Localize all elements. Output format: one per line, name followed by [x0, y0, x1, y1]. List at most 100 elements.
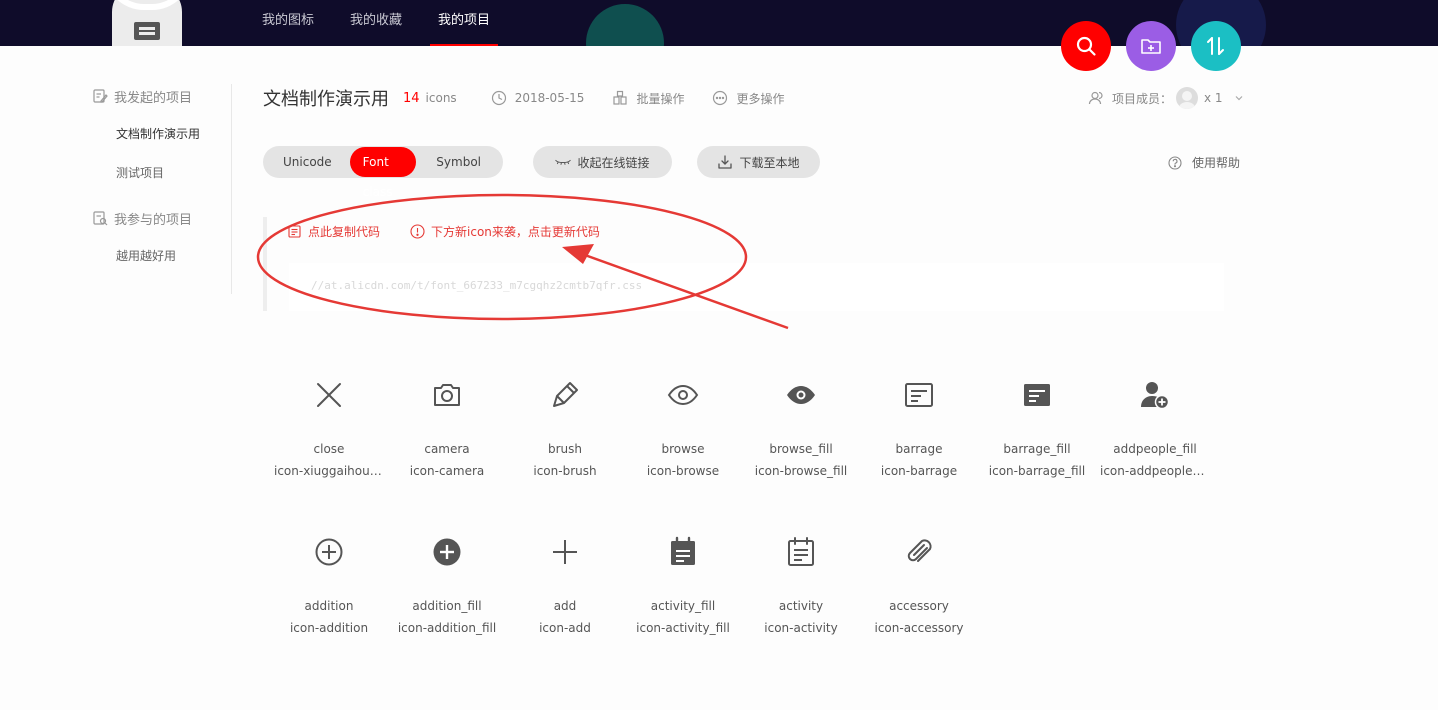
help-link[interactable]: 使用帮助: [1168, 154, 1240, 171]
copy-icon: [288, 225, 301, 238]
icon-card-camera[interactable]: camera icon-camera: [388, 372, 506, 492]
icon-class-name: icon-add: [539, 621, 591, 635]
icon-card-addition[interactable]: addition icon-addition: [270, 529, 388, 649]
icon-class-name: icon-accessory: [874, 621, 964, 635]
collapse-link-label: 收起在线链接: [577, 155, 650, 170]
download-button[interactable]: 下载至本地: [697, 146, 820, 178]
sidebar-item-test-project[interactable]: 测试项目: [92, 161, 231, 185]
more-operations-button[interactable]: 更多操作: [712, 90, 784, 107]
icon-name: activity_fill: [650, 599, 716, 613]
help-icon: [1168, 155, 1182, 170]
logo-robot-screen: [134, 22, 160, 40]
code-mode-switch: Unicode Font class Symbol: [263, 146, 503, 199]
icon-card-activity[interactable]: activity icon-activity: [742, 529, 860, 649]
icon-card-addition-fill[interactable]: addition_fill icon-addition_fill: [388, 529, 506, 649]
logo[interactable]: [104, 0, 192, 46]
activity-icon: [784, 535, 818, 569]
icon-name: addpeople_fill: [1113, 442, 1197, 456]
project-sidebar: 我发起的项目 文档制作演示用 测试项目 我参与的项目 越用越好用: [92, 84, 232, 294]
warning-icon: [410, 224, 425, 239]
brush-icon: [548, 378, 582, 412]
more-dots-icon: [713, 90, 728, 106]
copy-code-button[interactable]: 点此复制代码: [287, 223, 380, 240]
icon-class-name: icon-activity: [764, 621, 838, 635]
project-members[interactable]: 项目成员： x 1: [1088, 86, 1253, 110]
tab-font-class[interactable]: Font class: [349, 147, 417, 199]
css-link-code[interactable]: //at.alicdn.com/t/font_667233_m7cgqhz2cm…: [289, 263, 1224, 311]
copy-code-label: 点此复制代码: [308, 225, 381, 239]
icon-card-barrage[interactable]: barrage icon-barrage: [860, 372, 978, 492]
more-operations-label: 更多操作: [736, 91, 785, 106]
update-code-label: 下方新icon来袭，点击更新代码: [431, 225, 600, 239]
icon-card-addpeople-fill[interactable]: addpeople_fill icon-addpeople_fill: [1096, 372, 1214, 492]
icon-card-accessory[interactable]: accessory icon-accessory: [860, 529, 978, 649]
icon-card-brush[interactable]: brush icon-brush: [506, 372, 624, 492]
tab-unicode[interactable]: Unicode: [265, 147, 350, 177]
decorative-circle: [586, 4, 664, 46]
icon-class-name: icon-xiuggaihoudechicunxihuan: [274, 464, 388, 478]
members-label: 项目成员：: [1112, 91, 1173, 106]
icon-class-name: icon-browse: [646, 464, 720, 478]
icon-card-browse-fill[interactable]: browse_fill icon-browse_fill: [742, 372, 860, 492]
search-doc-icon: [93, 211, 108, 226]
search-button[interactable]: [1061, 21, 1111, 71]
batch-operation-label: 批量操作: [636, 91, 685, 106]
tab-symbol[interactable]: Symbol: [416, 147, 501, 177]
help-label: 使用帮助: [1192, 156, 1241, 170]
sidebar-group-joined: 我参与的项目: [92, 206, 231, 230]
icon-class-name: icon-brush: [533, 464, 597, 478]
icon-name: addition: [304, 599, 354, 613]
edit-doc-icon: [93, 89, 108, 103]
members-icon: [1088, 91, 1103, 105]
icon-name: barrage: [895, 442, 943, 456]
created-date-text: 2018-05-15: [514, 91, 585, 105]
icon-name: browse_fill: [769, 442, 833, 456]
nav-item-my-icons[interactable]: 我的图标: [262, 0, 314, 46]
eye-closed-icon: [555, 159, 572, 165]
icon-card-barrage-fill[interactable]: barrage_fill icon-barrage_fill: [978, 372, 1096, 492]
icon-class-name: icon-activity_fill: [636, 621, 730, 635]
browse-icon: [666, 378, 700, 412]
nav-item-my-projects[interactable]: 我的项目: [430, 0, 499, 46]
icon-card-browse[interactable]: browse icon-browse: [624, 372, 742, 492]
sidebar-item-joined-project[interactable]: 越用越好用: [92, 244, 231, 268]
sidebar-item-demo-project[interactable]: 文档制作演示用: [92, 122, 231, 146]
icon-card-activity-fill[interactable]: activity_fill icon-activity_fill: [624, 529, 742, 649]
icon-name: browse: [661, 442, 705, 456]
clock-icon: [491, 90, 506, 106]
barrage-fill-icon: [1020, 378, 1054, 412]
icon-class-name: icon-addpeople_fill: [1100, 464, 1213, 478]
add-folder-button[interactable]: [1126, 21, 1176, 71]
barrage-icon: [902, 378, 936, 412]
icon-name: camera: [424, 442, 470, 456]
main-nav: 我的图标 我的收藏 我的项目: [262, 0, 526, 46]
addition-icon: [312, 535, 346, 569]
icon-class-name: icon-browse_fill: [754, 464, 848, 478]
icon-class-name: icon-addition: [289, 621, 369, 635]
icon-card-add[interactable]: add icon-add: [506, 529, 624, 649]
icon-name: close: [313, 442, 345, 456]
icon-name: activity: [778, 599, 824, 613]
icon-class-name: icon-barrage_fill: [988, 464, 1086, 478]
chevron-down-icon: [1235, 96, 1243, 101]
accessory-icon: [902, 535, 936, 569]
nav-item-my-favorites[interactable]: 我的收藏: [350, 0, 402, 46]
camera-icon: [430, 378, 464, 412]
batch-operation-button[interactable]: 批量操作: [612, 90, 684, 107]
sort-button[interactable]: [1191, 21, 1241, 71]
download-icon: [718, 155, 733, 169]
grid-icon: [613, 90, 628, 105]
icon-class-name: icon-barrage: [880, 464, 958, 478]
collapse-link-button[interactable]: 收起在线链接: [533, 146, 672, 178]
icon-card-close[interactable]: close icon-xiuggaihoudechicunxihuan: [270, 372, 388, 492]
update-code-button[interactable]: 下方新icon来袭，点击更新代码: [410, 223, 600, 240]
icon-name: barrage_fill: [1003, 442, 1071, 456]
sidebar-group-label: 我参与的项目: [114, 212, 193, 228]
code-panel: 点此复制代码 下方新icon来袭，点击更新代码 //at.alicdn.com/…: [263, 217, 1224, 311]
sidebar-group-label: 我发起的项目: [114, 90, 193, 106]
activity-fill-icon: [666, 535, 700, 569]
created-date: 2018-05-15: [491, 90, 585, 106]
browse-fill-icon: [784, 378, 818, 412]
icon-count-unit: icons: [425, 91, 457, 105]
sidebar-group-initiated: 我发起的项目: [92, 84, 231, 108]
